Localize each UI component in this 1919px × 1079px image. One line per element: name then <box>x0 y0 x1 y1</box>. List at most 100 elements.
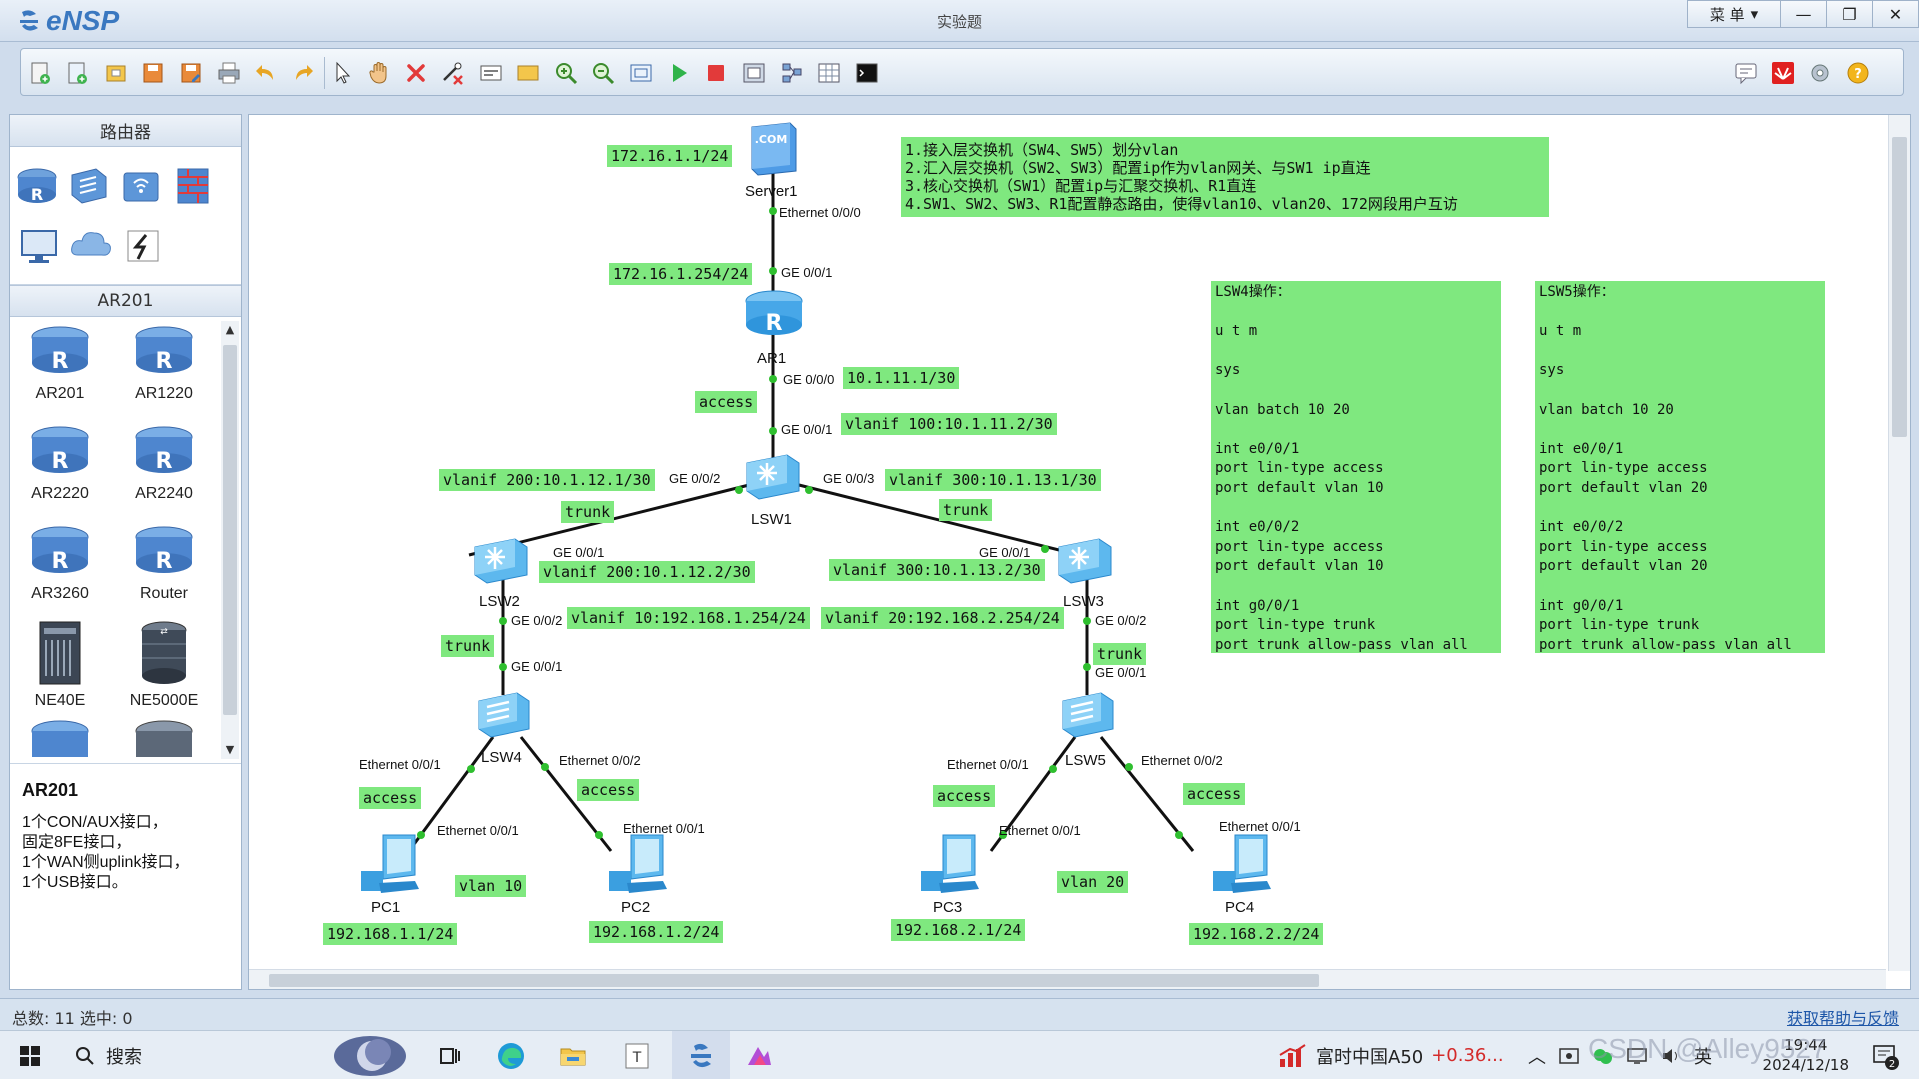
save-as-button[interactable] <box>176 58 206 88</box>
rectangle-button[interactable] <box>513 58 543 88</box>
mode-label[interactable]: trunk <box>561 501 615 523</box>
vlanif-label[interactable]: vlanif 100:10.1.11.2/30 <box>841 413 1057 435</box>
restore-button[interactable]: ❐ <box>1827 0 1873 28</box>
help-feedback-link[interactable]: 获取帮助与反馈 <box>1787 1005 1899 1029</box>
tray-app-icon[interactable] <box>1558 1045 1580 1067</box>
edge-button[interactable] <box>496 1031 526 1079</box>
topology-canvas[interactable]: .COM Server1 R AR1 LSW1 LSW2 LSW3 LSW4 L… <box>248 114 1911 990</box>
vlanif-label[interactable]: vlanif 300:10.1.13.1/30 <box>885 469 1101 491</box>
ip-label[interactable]: 192.168.1.1/24 <box>323 923 458 945</box>
vlanif-label[interactable]: vlanif 10:192.168.1.254/24 <box>567 607 810 629</box>
ip-label[interactable]: 192.168.1.2/24 <box>589 921 724 943</box>
explorer-button[interactable] <box>558 1031 588 1079</box>
device-ne40e[interactable]: NE40E <box>10 620 110 710</box>
task-view-button[interactable] <box>438 1031 462 1079</box>
ensp-taskbar-button[interactable] <box>672 1031 730 1079</box>
ip-label[interactable]: 172.16.1.1/24 <box>607 145 733 167</box>
ip-label[interactable]: 192.168.2.1/24 <box>891 919 1026 941</box>
scroll-thumb[interactable] <box>269 974 1319 987</box>
delete-button[interactable] <box>401 58 431 88</box>
cloud-category-icon[interactable] <box>68 223 114 269</box>
ip-label[interactable]: 172.16.1.254/24 <box>609 263 753 285</box>
vlan-label[interactable]: vlan 10 <box>455 875 527 897</box>
minimize-button[interactable]: — <box>1781 0 1827 28</box>
save-button[interactable] <box>138 58 168 88</box>
menu-button[interactable]: 菜 单 ▾ <box>1687 0 1781 28</box>
scroll-thumb[interactable] <box>223 345 237 715</box>
start-button[interactable] <box>664 58 694 88</box>
device-router[interactable]: R Router <box>114 523 214 603</box>
huawei-button[interactable] <box>1768 58 1798 88</box>
fit-button[interactable] <box>626 58 656 88</box>
mode-label[interactable]: access <box>1183 783 1246 805</box>
stop-button[interactable] <box>701 58 731 88</box>
zoom-out-button[interactable] <box>588 58 618 88</box>
ip-label[interactable]: 10.1.11.1/30 <box>843 367 960 389</box>
scroll-down-icon[interactable]: ▼ <box>221 741 239 759</box>
app-button[interactable] <box>744 1031 774 1079</box>
zoom-in-button[interactable] <box>551 58 581 88</box>
delete-link-button[interactable] <box>438 58 468 88</box>
device-list-scrollbar[interactable]: ▲ ▼ <box>221 321 239 759</box>
settings-button[interactable] <box>1805 58 1835 88</box>
task-notes[interactable]: 1.接入层交换机（SW4、SW5）划分vlan 2.汇入层交换机（SW2、SW3… <box>901 137 1549 217</box>
switch-lsw4-icon[interactable] <box>475 689 533 743</box>
switch-lsw1-icon[interactable] <box>743 449 803 503</box>
router-category-icon[interactable]: R <box>14 163 60 209</box>
switch-lsw3-icon[interactable] <box>1055 533 1115 587</box>
help-button[interactable]: ? <box>1843 58 1873 88</box>
pc2-icon[interactable] <box>601 831 673 895</box>
device-ar2240[interactable]: R AR2240 <box>114 423 214 503</box>
device-ar201[interactable]: R AR201 <box>10 323 110 403</box>
device-ar1220[interactable]: R AR1220 <box>114 323 214 403</box>
vlanif-label[interactable]: vlanif 200:10.1.12.1/30 <box>439 469 655 491</box>
chevron-up-icon[interactable]: ︿ <box>1528 1043 1546 1069</box>
router-ar1-icon[interactable]: R <box>743 287 805 341</box>
open-button[interactable] <box>101 58 131 88</box>
mode-label[interactable]: trunk <box>1093 643 1147 665</box>
notepad-button[interactable]: T <box>622 1031 652 1079</box>
vlanif-label[interactable]: vlanif 200:10.1.12.2/30 <box>539 561 755 583</box>
mode-label[interactable]: access <box>577 779 640 801</box>
redo-button[interactable] <box>288 58 318 88</box>
text-button[interactable] <box>476 58 506 88</box>
server-icon[interactable]: .COM <box>746 121 802 177</box>
mode-label[interactable]: access <box>359 787 422 809</box>
canvas-vertical-scrollbar[interactable] <box>1888 115 1910 971</box>
firewall-category-icon[interactable] <box>170 163 216 209</box>
close-button[interactable]: ✕ <box>1873 0 1919 28</box>
terminal-button[interactable] <box>852 58 882 88</box>
vlanif-label[interactable]: vlanif 300:10.1.13.2/30 <box>829 559 1045 581</box>
device-ar3260[interactable]: R AR3260 <box>10 523 110 603</box>
mode-label[interactable]: access <box>695 391 758 413</box>
lsw5-config-note[interactable]: LSW5操作： u t m sys vlan batch 10 20 int e… <box>1535 281 1825 653</box>
lsw4-config-note[interactable]: LSW4操作： u t m sys vlan batch 10 20 int e… <box>1211 281 1501 653</box>
taskbar-search[interactable]: 搜索 <box>74 1031 142 1079</box>
hand-button[interactable] <box>364 58 394 88</box>
mode-label[interactable]: trunk <box>441 635 495 657</box>
terminal-category-icon[interactable] <box>16 223 62 269</box>
scroll-thumb[interactable] <box>1892 137 1907 437</box>
notification-button[interactable]: 2 <box>1870 1031 1900 1079</box>
new-lab-button[interactable] <box>62 58 92 88</box>
start-button[interactable] <box>18 1031 42 1079</box>
vlan-label[interactable]: vlan 20 <box>1057 871 1129 893</box>
new-topology-button[interactable] <box>25 58 55 88</box>
canvas-horizontal-scrollbar[interactable] <box>249 969 1886 989</box>
select-button[interactable] <box>327 58 357 88</box>
topology-button[interactable] <box>777 58 807 88</box>
link-category-icon[interactable] <box>120 223 166 269</box>
scroll-up-icon[interactable]: ▲ <box>221 321 239 339</box>
pc3-icon[interactable] <box>913 831 985 895</box>
chat-button[interactable] <box>1731 58 1761 88</box>
grid-button[interactable] <box>814 58 844 88</box>
undo-button[interactable] <box>251 58 281 88</box>
vlanif-label[interactable]: vlanif 20:192.168.2.254/24 <box>821 607 1064 629</box>
print-button[interactable] <box>214 58 244 88</box>
switch-lsw5-icon[interactable] <box>1059 689 1117 743</box>
device-ar2220[interactable]: R AR2220 <box>10 423 110 503</box>
wireless-category-icon[interactable] <box>118 163 164 209</box>
pc1-icon[interactable] <box>353 831 425 895</box>
search-highlight-image[interactable] <box>330 1031 410 1079</box>
mode-label[interactable]: access <box>933 785 996 807</box>
